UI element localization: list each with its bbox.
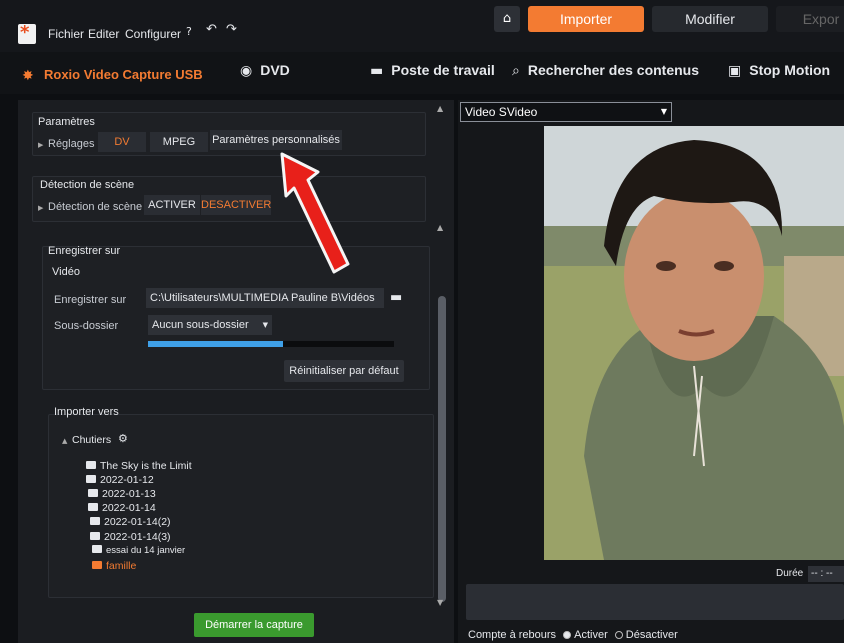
bin-item[interactable]: 2022-01-14 [88, 502, 156, 514]
params-title: Paramètres [38, 116, 95, 128]
save-subtitle: Vidéo [52, 266, 80, 278]
tab-import[interactable]: Importer [528, 6, 644, 32]
preview-frame-image [544, 126, 844, 560]
format-mpeg[interactable]: MPEG [150, 132, 208, 152]
stop-motion-button[interactable]: ▣ Stop Motion [728, 62, 830, 79]
scroll-up-icon[interactable]: ▲ [437, 223, 443, 232]
countdown-label: Compte à rebours [468, 629, 557, 641]
folder-icon [90, 532, 100, 540]
bin-item[interactable]: 2022-01-12 [86, 474, 154, 486]
folder-icon [88, 503, 98, 511]
folder-icon [86, 475, 96, 483]
tab-export[interactable]: Expor [776, 6, 844, 32]
help-icon[interactable]: ? [186, 25, 192, 38]
import-title: Importer vers [54, 406, 119, 418]
reglages-label: Réglages [48, 138, 95, 150]
subfolder-select[interactable]: Aucun sous-dossier ▼ [148, 315, 272, 335]
home-icon[interactable]: ⌂ [494, 6, 520, 32]
undo-icon[interactable]: ↶ [206, 22, 217, 37]
bin-item[interactable]: 2022-01-14(3) [90, 531, 171, 543]
disk-usage-bar [148, 341, 394, 347]
chevron-down-icon: ▼ [660, 107, 667, 116]
save-title: Enregistrer sur [48, 245, 121, 257]
search-content-button[interactable]: ⌕ Rechercher des contenus [512, 62, 699, 79]
save-path-label: Enregistrer sur [54, 294, 127, 306]
subfolder-label: Sous-dossier [54, 320, 119, 332]
countdown-off-label[interactable]: Désactiver [626, 629, 678, 641]
folder-icon [92, 561, 102, 569]
reset-defaults-button[interactable]: Réinitialiser par défaut [284, 360, 404, 382]
bin-item[interactable]: 2022-01-13 [88, 488, 156, 500]
bin-item-selected[interactable]: famille [92, 560, 136, 572]
save-path-field[interactable]: C:\Utilisateurs\MULTIMEDIA Pauline B\Vid… [146, 288, 384, 308]
browse-folder-icon[interactable]: ▬ [390, 290, 402, 305]
countdown-on-radio[interactable] [563, 631, 572, 640]
folder-icon [86, 461, 96, 469]
scene-off-button[interactable]: DESACTIVER [201, 195, 271, 215]
workspace-button[interactable]: ▬ Poste de travail [370, 62, 495, 79]
stop-motion-icon: ▣ [728, 63, 742, 79]
scene-title: Détection de scène [40, 179, 135, 191]
bin-item[interactable]: The Sky is the Limit [86, 460, 192, 472]
format-dv[interactable]: DV [98, 132, 146, 152]
disk-usage-fill [148, 341, 284, 347]
video-source-select[interactable]: Video SVideo ▼ [460, 102, 672, 122]
folder-icon: ▬ [370, 63, 384, 79]
duration-field[interactable]: -- : -- [808, 566, 844, 582]
countdown-on-label[interactable]: Activer [574, 629, 608, 641]
duration-label: Durée [776, 568, 804, 579]
menu-fichier[interactable]: Fichier [48, 27, 84, 41]
menu-configurer[interactable]: Configurer [125, 27, 181, 41]
scroll-down-icon[interactable]: ▼ [437, 598, 443, 607]
disc-icon: ◉ [240, 63, 253, 79]
scene-on-button[interactable]: ACTIVER [144, 195, 200, 215]
expand-arrow-icon[interactable]: ▶ [38, 141, 43, 149]
countdown-off-radio[interactable] [614, 631, 623, 640]
redo-icon[interactable]: ↷ [226, 22, 237, 37]
dvd-button[interactable]: ◉ DVD [240, 62, 290, 79]
bin-item[interactable]: 2022-01-14(2) [90, 516, 171, 528]
folder-icon [90, 517, 100, 525]
bin-item[interactable]: essai du 14 janvier [92, 545, 185, 556]
scroll-up-icon[interactable]: ▲ [437, 104, 443, 113]
menu-bar: * Fichier Editer Configurer ? ↶ ↷ ⌂ Impo… [0, 0, 844, 52]
panel-scrollbar-thumb[interactable] [438, 296, 446, 602]
menu-editer[interactable]: Editer [88, 27, 119, 41]
app-logo: * [18, 22, 36, 44]
search-icon: ⌕ [512, 63, 520, 79]
capture-device-label[interactable]: Roxio Video Capture USB [44, 67, 203, 82]
collapse-arrow-icon[interactable]: ▲ [62, 437, 67, 445]
expand-arrow-icon[interactable]: ▶ [38, 204, 43, 212]
video-preview [544, 126, 844, 560]
chevron-down-icon: ▼ [262, 321, 268, 329]
folder-icon [88, 489, 98, 497]
capture-toolbar: ✸ Roxio Video Capture USB ◉ DVD ▬ Poste de… [0, 52, 844, 94]
format-custom[interactable]: Paramètres personnalisés [210, 130, 342, 150]
bins-root[interactable]: Chutiers [72, 434, 111, 446]
capture-status-strip [466, 584, 844, 620]
scene-label: Détection de scène [48, 201, 143, 213]
start-capture-button[interactable]: Démarrer la capture [194, 613, 314, 637]
annotation-arrow [280, 152, 350, 274]
capture-device-icon: ✸ [22, 68, 34, 84]
tab-edit[interactable]: Modifier [652, 6, 768, 32]
folder-icon [92, 545, 102, 553]
countdown-row: Compte à rebours Activer Désactiver [468, 629, 678, 641]
gear-icon[interactable]: ⚙ [118, 432, 128, 445]
